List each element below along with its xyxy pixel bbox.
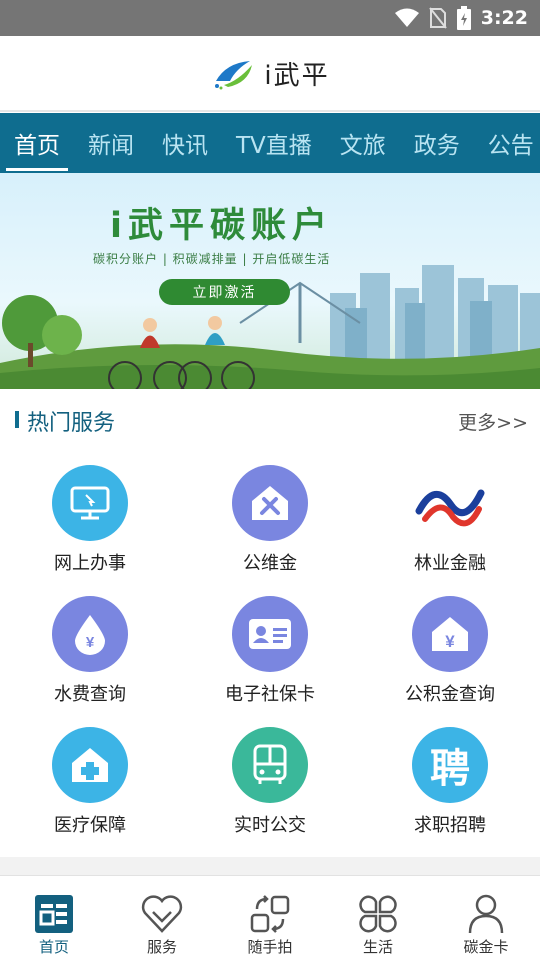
bottom-nav-services[interactable]: 服务 [108,876,216,960]
user-icon [468,894,504,934]
service-label: 水费查询 [54,684,126,705]
recruit-icon: 聘 [412,727,488,803]
bottom-nav-home[interactable]: 首页 [0,876,108,960]
service-housing-fund[interactable]: ¥ 公积金查询 [360,582,540,713]
app-header: i武平 [0,36,540,112]
svg-text:¥: ¥ [86,634,95,651]
hot-services-header: 热门服务 更多>> [0,389,540,451]
tab-home[interactable]: 首页 [0,113,74,173]
house-tools-icon [232,465,308,541]
more-services-link[interactable]: 更多>> [458,408,528,435]
service-job-recruitment[interactable]: 聘 求职招聘 [360,713,540,844]
service-label: 求职招聘 [414,815,486,836]
house-yen-icon: ¥ [412,596,488,672]
tab-culture-travel[interactable]: 文旅 [326,113,400,173]
tab-tv-live[interactable]: TV直播 [222,113,326,173]
medical-house-icon [52,727,128,803]
service-label: 医疗保障 [54,815,126,836]
activate-now-button[interactable]: 立即激活 [159,279,290,305]
service-online-affairs[interactable]: 网上办事 [0,451,180,582]
service-water-fee[interactable]: ¥ 水费查询 [0,582,180,713]
recruit-glyph: 聘 [430,746,470,792]
heart-icon [141,895,183,933]
status-time: 3:22 [480,7,528,29]
status-bar: 3:22 [0,0,540,36]
bottom-nav-label: 生活 [362,938,393,956]
bottom-nav-life[interactable]: 生活 [324,876,432,960]
clover-icon [359,895,397,933]
section-accent-bar [15,411,19,428]
section-divider [0,857,540,875]
nav-tabs: 首页 新闻 快讯 TV直播 文旅 政务 公告 [0,113,540,173]
home-icon [35,895,73,933]
snapshot-icon [250,895,290,933]
svg-text:¥: ¥ [445,632,455,651]
service-label: 网上办事 [54,553,126,574]
app-title: i武平 [264,60,330,91]
forestry-logo-icon [412,465,488,541]
monitor-icon [52,465,128,541]
banner-subtitle: 碳积分账户 | 积碳减排量 | 开启低碳生活 [93,252,331,266]
id-card-icon [232,596,308,672]
battery-icon [456,6,471,30]
tab-announcement[interactable]: 公告 [474,113,540,173]
service-label: 实时公交 [234,815,306,836]
service-medical-insurance[interactable]: 医疗保障 [0,713,180,844]
bottom-nav-carbon-card[interactable]: 碳金卡 [432,876,540,960]
tab-flash[interactable]: 快讯 [148,113,222,173]
bottom-nav-label: 随手拍 [247,938,293,956]
no-sim-icon [428,7,447,29]
service-label: 公维金 [243,553,297,574]
wifi-icon [394,8,419,27]
service-label: 林业金融 [414,553,486,574]
tab-government[interactable]: 政务 [400,113,474,173]
bottom-nav-label: 碳金卡 [463,938,509,956]
wuping-logo-icon [215,61,253,90]
water-drop-yen-icon: ¥ [52,596,128,672]
section-title: 热门服务 [27,411,116,436]
bottom-nav-snapshot[interactable]: 随手拍 [216,876,324,960]
bottom-nav-label: 服务 [146,938,177,956]
service-forestry-finance[interactable]: 林业金融 [360,451,540,582]
service-public-maintenance[interactable]: 公维金 [180,451,360,582]
services-grid: 网上办事 公维金 林业金融 ¥ 水费查询 电子社保卡 ¥ 公积金查询 医疗保障 … [0,451,540,857]
bus-icon [232,727,308,803]
service-label: 公积金查询 [405,684,495,705]
bottom-nav-label: 首页 [38,938,69,956]
carbon-account-banner[interactable]: i武平碳账户 碳积分账户 | 积碳减排量 | 开启低碳生活 立即激活 [0,173,540,389]
service-label: 电子社保卡 [225,684,315,705]
service-realtime-bus[interactable]: 实时公交 [180,713,360,844]
banner-title: i武平碳账户 [110,206,333,246]
tab-news[interactable]: 新闻 [74,113,148,173]
service-social-security-card[interactable]: 电子社保卡 [180,582,360,713]
bottom-nav: 首页 服务 随手拍 生活 碳金卡 [0,875,540,960]
